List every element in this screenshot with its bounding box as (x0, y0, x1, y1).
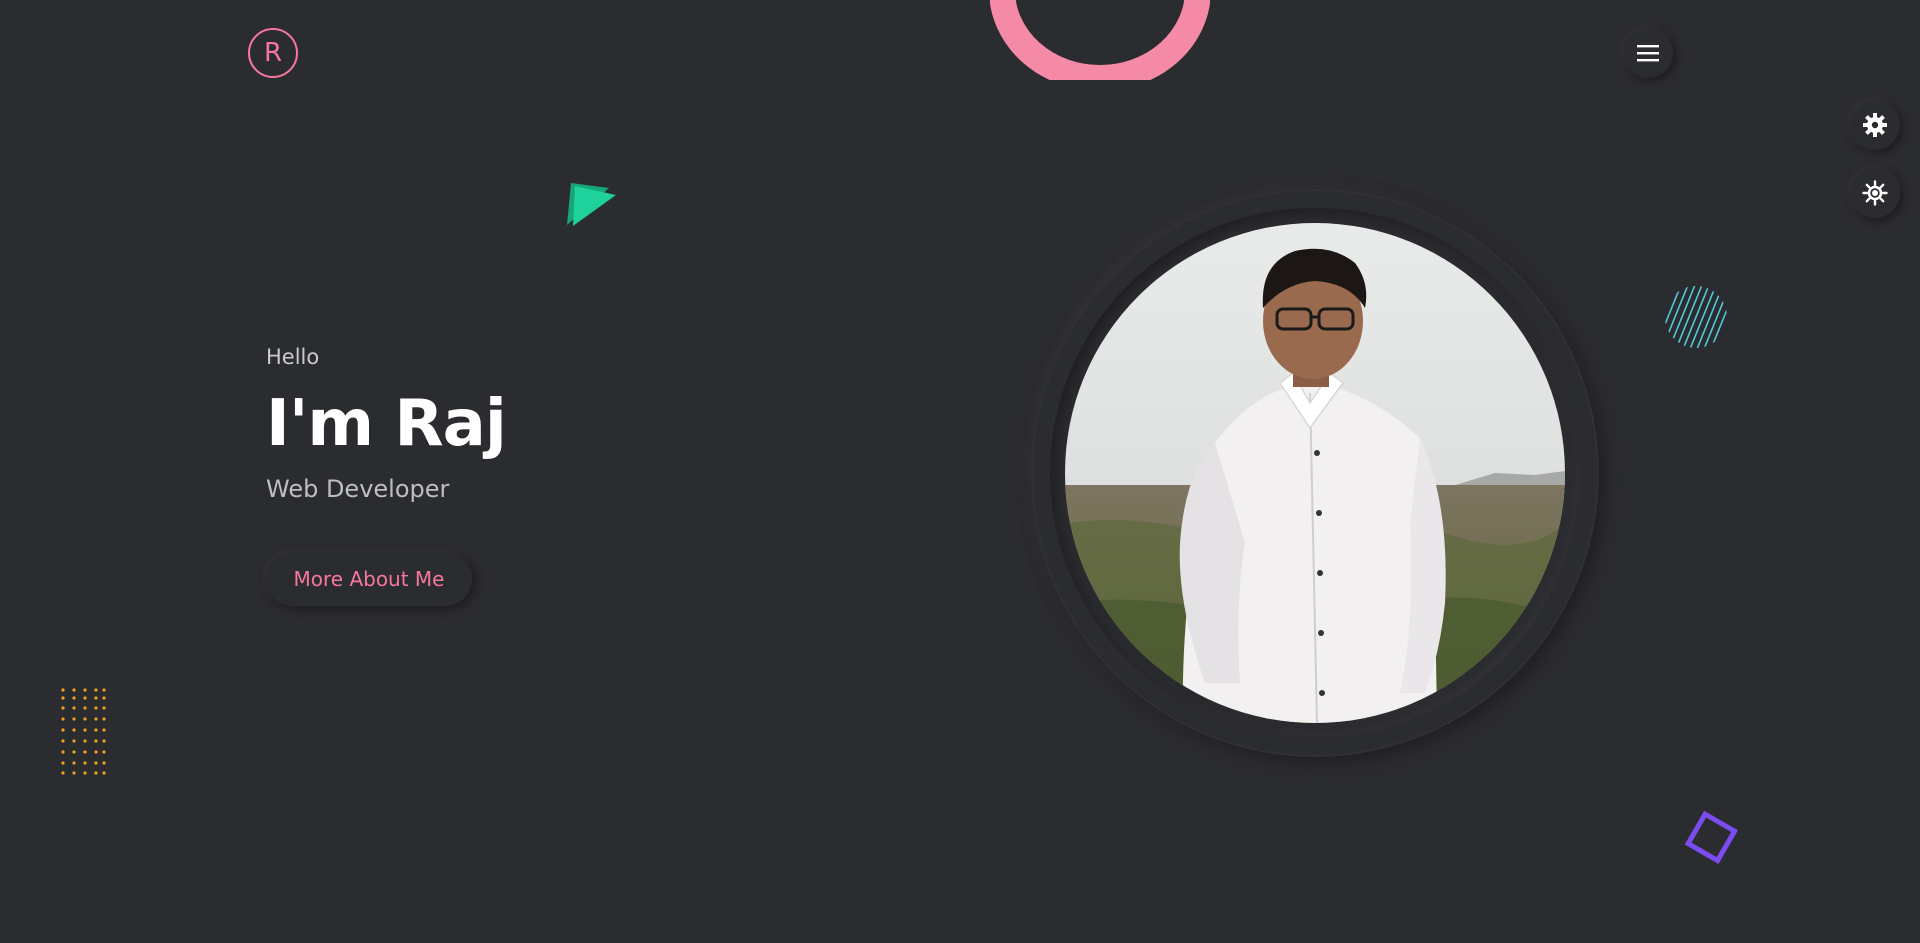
logo-letter: R (263, 38, 283, 68)
more-about-me-button[interactable]: More About Me (266, 552, 472, 606)
decorative-ring-shape (990, 0, 1210, 80)
theme-toggle-button[interactable] (1850, 168, 1900, 218)
logo-badge[interactable]: R (248, 28, 298, 78)
role-subtitle: Web Developer (266, 475, 450, 503)
greeting-text: Hello (266, 345, 320, 369)
gear-icon (1863, 113, 1887, 137)
profile-photo (1065, 223, 1565, 723)
profile-photo-frame (1033, 191, 1597, 755)
hero-name-heading: I'm Raj (266, 387, 507, 461)
menu-button[interactable] (1623, 28, 1673, 78)
decorative-dot-grid (61, 688, 106, 775)
portfolio-page: R Hello I'm Raj Web Developer More About… (0, 0, 1920, 943)
hero-intro: Hello I'm Raj Web Developer More About M… (266, 345, 507, 606)
sun-icon (1862, 180, 1888, 206)
settings-button[interactable] (1850, 100, 1900, 150)
profile-photo-illustration (1065, 223, 1565, 723)
profile-photo-inner-ring (1050, 208, 1580, 738)
decorative-square-shape (1684, 810, 1739, 865)
hamburger-menu-icon (1637, 45, 1659, 62)
decorative-triangle-shape (567, 183, 616, 226)
decorative-striped-circle (1665, 286, 1727, 348)
